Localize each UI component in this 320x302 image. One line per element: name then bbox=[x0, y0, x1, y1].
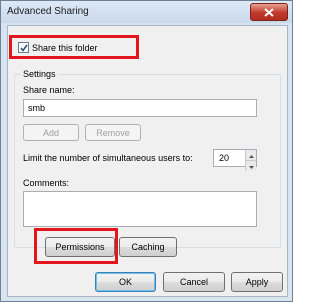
highlight-permissions bbox=[34, 228, 118, 264]
chevron-up-icon bbox=[248, 150, 254, 160]
dialog-client-area: Share this folder Settings Share name: s… bbox=[7, 25, 288, 297]
title-bar[interactable]: Advanced Sharing bbox=[1, 1, 292, 23]
settings-group: Settings Share name: smb Add Remove Limi… bbox=[14, 69, 281, 248]
cancel-button[interactable]: Cancel bbox=[163, 272, 225, 292]
spinner-buttons bbox=[245, 150, 256, 171]
settings-group-title: Settings bbox=[21, 69, 58, 79]
share-name-label: Share name: bbox=[23, 85, 75, 95]
highlight-share-folder bbox=[9, 35, 139, 59]
limit-users-label: Limit the number of simultaneous users t… bbox=[23, 153, 193, 163]
spin-down-button[interactable] bbox=[245, 161, 256, 171]
close-button[interactable] bbox=[250, 3, 288, 21]
caching-button[interactable]: Caching bbox=[119, 237, 177, 257]
share-name-input[interactable]: smb bbox=[23, 99, 257, 117]
add-button[interactable]: Add bbox=[23, 124, 79, 141]
advanced-sharing-dialog: Advanced Sharing Share this folder Setti… bbox=[0, 0, 293, 302]
chevron-down-icon bbox=[248, 161, 254, 171]
comments-input[interactable] bbox=[23, 191, 257, 227]
close-icon bbox=[264, 7, 274, 17]
ok-button[interactable]: OK bbox=[95, 272, 156, 292]
limit-users-spinner[interactable]: 20 bbox=[213, 149, 257, 171]
apply-button[interactable]: Apply bbox=[231, 272, 283, 292]
remove-button[interactable]: Remove bbox=[85, 124, 141, 141]
window-title: Advanced Sharing bbox=[7, 6, 89, 17]
comments-label: Comments: bbox=[23, 178, 70, 188]
limit-users-value[interactable]: 20 bbox=[219, 153, 229, 163]
spin-up-button[interactable] bbox=[245, 150, 256, 161]
